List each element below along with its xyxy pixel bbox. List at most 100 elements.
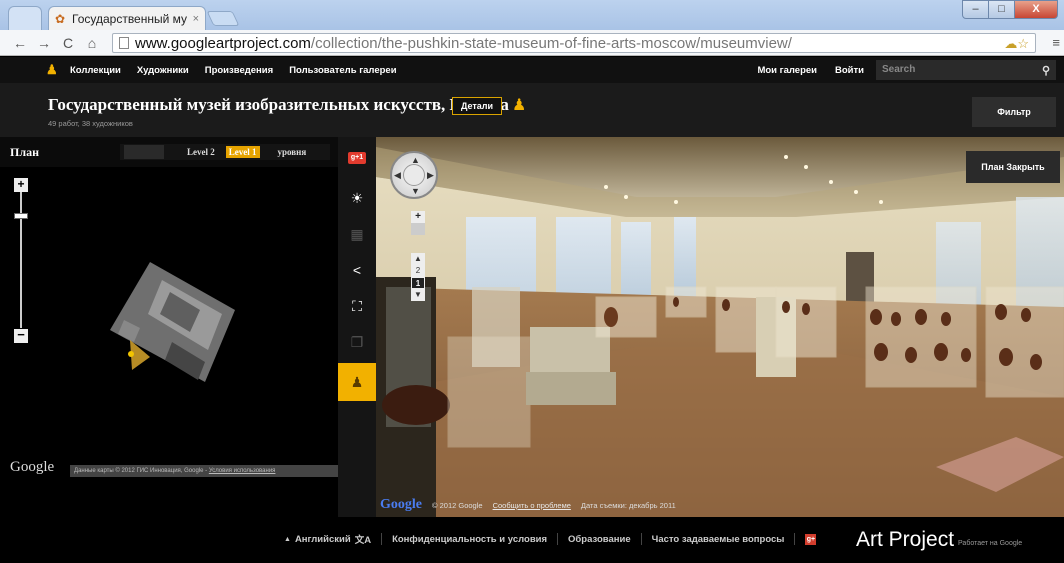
brightness-icon[interactable]: ☀ — [338, 181, 376, 215]
forward-arrow-icon[interactable]: → — [34, 35, 54, 51]
art-project-logo: Art Project — [856, 528, 955, 551]
privacy-link[interactable]: Конфиденциальность и условия — [392, 534, 547, 545]
address-bar[interactable]: www.googleartproject.com/collection/the-… — [112, 33, 1036, 53]
pan-left-icon[interactable]: ◀ — [394, 170, 401, 181]
details-button[interactable]: Детали — [452, 97, 502, 115]
floor-1-button[interactable]: 1 — [411, 277, 425, 289]
map-zoom-handle[interactable] — [14, 213, 28, 219]
site-nav: ♟ Коллекции Художники Произведения Польз… — [0, 57, 1064, 83]
maximize-button[interactable]: □ — [988, 0, 1015, 19]
divider — [557, 533, 559, 545]
floor-down-icon[interactable]: ▼ — [411, 289, 425, 301]
search-icon[interactable]: ⚲ — [1042, 61, 1050, 81]
level-1-tab[interactable]: Level 1 — [225, 146, 260, 158]
pano-footer: Google © 2012 Google Сообщить о проблеме… — [380, 497, 676, 513]
floor-plan-title: План — [10, 145, 39, 159]
site-footer: ▲ Английский 文A Конфиденциальность и усл… — [0, 517, 1064, 563]
nav-artworks[interactable]: Произведения — [205, 65, 273, 76]
nav-artists[interactable]: Художники — [137, 65, 189, 76]
attribution-text: Данные карты © 2012 ГИС Инновация, Googl… — [74, 468, 209, 474]
museum-title: Государственный музей изобразительных ис… — [48, 95, 509, 114]
home-icon[interactable]: ⌂ — [82, 35, 102, 51]
nav-user-galleries[interactable]: Пользователь галереи — [289, 65, 396, 76]
reload-icon[interactable]: C — [58, 35, 78, 51]
close-window-button[interactable]: X — [1014, 0, 1058, 19]
tab-close-icon[interactable]: × — [193, 13, 199, 25]
divider — [640, 533, 642, 545]
google-logo: Google — [380, 497, 422, 512]
account-links: Мои галереи Войти — [739, 65, 864, 76]
education-link[interactable]: Образование — [568, 534, 631, 545]
pano-copyright: © 2012 Google — [432, 500, 483, 510]
pan-control[interactable]: ▲ ▼ ◀ ▶ — [390, 151, 438, 199]
page-icon — [119, 37, 129, 49]
language-selector[interactable]: Английский — [295, 534, 351, 545]
url-path: /collection/the-pushkin-state-museum-of-… — [310, 34, 792, 52]
browser-title-bar: ✿ Государственный му × – □ X — [0, 0, 1064, 30]
gplus-icon[interactable]: g+ — [805, 533, 817, 545]
profile-tab[interactable] — [8, 6, 42, 30]
map-zoom-in-button[interactable]: + — [14, 178, 28, 192]
grid-icon: ▦ — [350, 225, 364, 242]
share-icon[interactable]: < — [338, 253, 376, 287]
faq-link[interactable]: Часто задаваемые вопросы — [652, 534, 785, 545]
floor-plan-header: План Level 2 Level 1 уровня — [0, 137, 338, 167]
extension-icon[interactable]: ☁☆ — [1004, 36, 1029, 52]
floor-up-icon[interactable]: ▲ — [411, 253, 425, 265]
back-arrow-icon[interactable]: ← — [10, 35, 30, 51]
footer-links: ▲ Английский 文A Конфиденциальность и усл… — [284, 532, 817, 546]
pegman-icon: ♟ — [46, 62, 58, 77]
pan-center — [403, 164, 425, 186]
divider — [381, 533, 383, 545]
my-galleries-link[interactable]: Мои галереи — [757, 65, 817, 76]
pano-zoom-slider[interactable] — [411, 223, 425, 235]
browser-toolbar: ← → C ⌂ www.googleartproject.com/collect… — [0, 30, 1064, 56]
map-zoom-out-button[interactable]: − — [14, 328, 28, 343]
level-selector: Level 2 Level 1 уровня — [120, 144, 330, 160]
pegman-icon[interactable]: ♟ — [512, 95, 526, 115]
language-caret-icon: ▲ — [284, 535, 291, 543]
museum-header: Государственный музей изобразительных ис… — [0, 83, 1064, 137]
tool-strip: g+1 ☀ ▦ < ⛶ ❐ ♟ — [338, 137, 376, 517]
pan-right-icon[interactable]: ▶ — [427, 170, 434, 181]
pan-down-icon[interactable]: ▼ — [411, 186, 420, 196]
level-blank — [124, 145, 144, 159]
language-icon: 文A — [354, 535, 372, 546]
terms-link[interactable]: Условия использования — [209, 468, 276, 474]
museum-subtitle: 49 работ, 38 художников — [48, 119, 133, 128]
sign-in-link[interactable]: Войти — [835, 65, 864, 76]
divider — [794, 533, 796, 545]
pano-zoom-in-button[interactable]: + — [411, 211, 425, 223]
new-tab-button[interactable] — [206, 11, 240, 26]
filter-button[interactable]: Фильтр — [972, 97, 1056, 127]
levels-label: уровня — [277, 147, 307, 157]
map-close-button[interactable]: План Закрыть — [966, 151, 1060, 183]
powered-by-google: Работает на Google — [958, 540, 1023, 547]
search-input[interactable]: Search ⚲ — [876, 60, 1056, 80]
museum-panorama[interactable]: План Закрыть ▲ ▼ ◀ ▶ + ▲ 2 1 ▼ Google © … — [376, 137, 1064, 517]
url-host: www.googleartproject.com — [135, 34, 311, 52]
wrench-menu-icon[interactable]: ≡ — [1052, 35, 1060, 50]
gallery-photo — [376, 137, 1064, 517]
google-logo: Google — [10, 459, 55, 475]
nav-collections[interactable]: Коллекции — [70, 65, 121, 76]
floor-plan-panel: План Level 2 Level 1 уровня + − Google Д… — [0, 137, 338, 480]
window-controls: – □ X — [962, 0, 1058, 19]
minimize-button[interactable]: – — [962, 0, 989, 19]
capture-date: Дата съемки: декабрь 2011 — [580, 500, 676, 510]
pegman-tool-icon[interactable]: ♟ — [338, 363, 376, 401]
level-2-tab[interactable]: Level 2 — [184, 146, 218, 158]
gplus-icon: g+1 — [348, 152, 366, 164]
search-placeholder: Search — [882, 64, 916, 75]
fullscreen-icon[interactable]: ⛶ — [338, 289, 376, 323]
level-blank — [144, 145, 164, 159]
browser-tab[interactable]: ✿ Государственный му × — [48, 6, 206, 30]
report-problem-link[interactable]: Сообщить о проблеме — [493, 501, 571, 510]
building-plan[interactable] — [110, 262, 250, 392]
tab-title: Государственный му — [72, 11, 188, 26]
map-attribution: Данные карты © 2012 ГИС Инновация, Googl… — [70, 465, 338, 477]
floor-2-button[interactable]: 2 — [411, 265, 425, 277]
copy-icon: ❐ — [350, 333, 364, 350]
gplus-button[interactable]: g+1 — [338, 141, 376, 175]
favicon-icon: ✿ — [55, 11, 66, 26]
